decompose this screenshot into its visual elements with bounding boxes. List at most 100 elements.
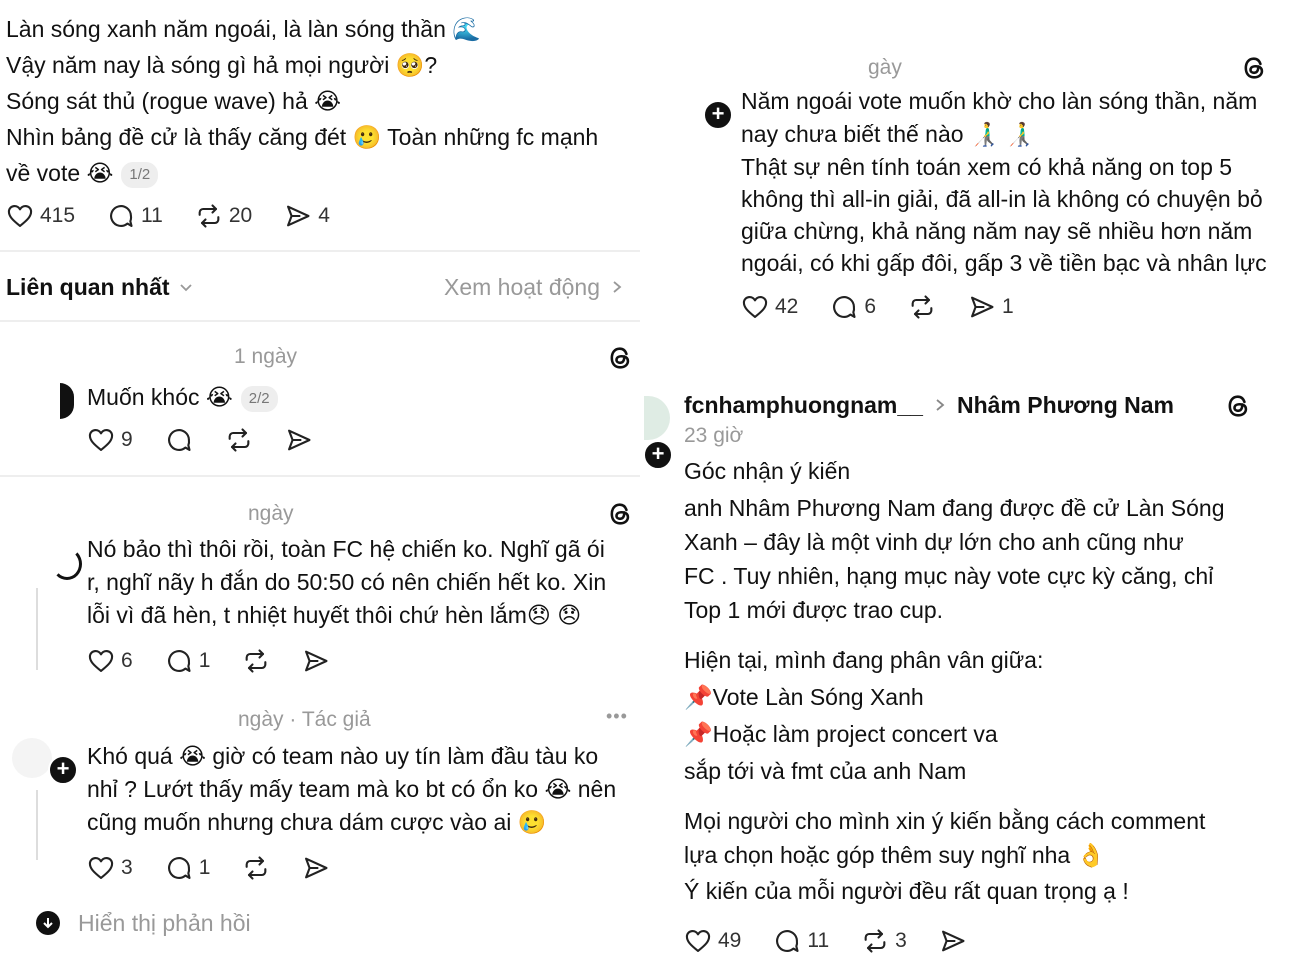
sort-dropdown[interactable]: Liên quan nhất [6, 270, 194, 304]
like-button[interactable]: 49 [684, 927, 741, 955]
share-icon [939, 927, 967, 955]
view-activity-link[interactable]: Xem hoạt động [444, 270, 624, 304]
like-count: 415 [40, 204, 76, 227]
post-line: về vote 😭 1/2 [6, 156, 159, 190]
tagged-profile-link[interactable]: Nhâm Phương Nam [957, 388, 1174, 422]
reply-text-line: nhỉ ? Lướt thấy mấy team mà ko bt có ổn … [87, 776, 617, 802]
post-line: Ý kiến của mỗi người đều rất quan trọng … [684, 878, 1129, 904]
like-button[interactable]: 6 [87, 647, 133, 675]
reply-text: Muốn khóc 😭 [87, 384, 233, 410]
reply-time: ngày · Tác giả [238, 708, 371, 731]
comment-icon [165, 647, 193, 675]
comment-button[interactable]: 11 [773, 927, 829, 955]
share-icon [285, 426, 313, 454]
reply-time: gày [868, 56, 902, 79]
comment-count: 11 [141, 204, 163, 227]
share-icon [968, 293, 996, 321]
post-actions: 49 11 3 [684, 924, 999, 958]
threads-logo-icon[interactable] [606, 500, 634, 528]
post-line: Góc nhận ý kiến [684, 458, 851, 484]
show-replies-link[interactable]: Hiển thị phản hồi [78, 906, 251, 940]
heart-icon [87, 647, 115, 675]
reply-text-line: Năm ngoái vote muốn khờ cho làn sóng thầ… [741, 88, 1258, 114]
like-button[interactable]: 415 [6, 202, 75, 230]
plus-icon[interactable]: + [48, 755, 78, 785]
thread-line [36, 588, 38, 670]
reply-text-line: Khó quá 😭 giờ có team nào uy tín làm đầu… [87, 743, 599, 769]
share-button[interactable] [939, 927, 967, 955]
post-line: 📌Vote Làn Sóng Xanh [684, 684, 924, 710]
post-time: 23 giờ [684, 424, 744, 447]
like-button[interactable]: 3 [87, 854, 133, 882]
more-options-button[interactable]: ••• [606, 706, 628, 727]
username-link[interactable]: fcnhamphuongnam__ [684, 388, 923, 422]
share-icon [284, 202, 312, 230]
comment-button[interactable]: 6 [830, 293, 876, 321]
post-line: Mọi người cho mình xin ý kiến bằng cách … [684, 808, 1206, 834]
share-button[interactable]: 1 [968, 293, 1014, 321]
divider [0, 320, 640, 322]
repost-button[interactable] [242, 647, 270, 675]
post-line: lựa chọn hoặc góp thêm suy nghĩ nha 👌 [684, 842, 1106, 868]
reply-text-line: r, nghĩ nãy h đắn do 50:50 có nên chiến … [87, 569, 607, 595]
comment-button[interactable]: 1 [165, 854, 210, 882]
reply-actions: 6 1 [87, 644, 362, 678]
share-button[interactable] [285, 426, 313, 454]
comment-button[interactable]: 1 [165, 647, 210, 675]
plus-icon[interactable]: + [643, 440, 673, 470]
like-button[interactable]: 42 [741, 293, 798, 321]
page-indicator-pill: 2/2 [240, 385, 278, 412]
repost-button[interactable]: 20 [195, 202, 252, 230]
chevron-right-icon [936, 399, 945, 411]
plus-icon[interactable]: + [703, 100, 733, 130]
arrow-down-icon [36, 911, 60, 935]
reply-actions: 42 6 1 [741, 290, 1046, 324]
comment-icon [830, 293, 858, 321]
threads-logo-icon[interactable] [606, 344, 634, 372]
comment-button[interactable] [165, 426, 193, 454]
post-line: Top 1 mới được trao cup. [684, 597, 944, 623]
thread-line [36, 790, 38, 860]
repost-icon [242, 854, 270, 882]
threads-logo-icon[interactable] [1224, 392, 1252, 420]
repost-icon [225, 426, 253, 454]
reply-text-line: Muốn khóc 😭 2/2 [87, 380, 278, 414]
comment-count: 11 [807, 929, 830, 952]
avatar[interactable] [12, 738, 52, 778]
sort-label: Liên quan nhất [6, 274, 170, 300]
reply-actions: 9 [87, 423, 345, 457]
repost-button[interactable] [908, 293, 936, 321]
like-button[interactable]: 9 [87, 426, 133, 454]
repost-count: 20 [228, 204, 253, 227]
post-line: Vậy năm nay là sóng gì hả mọi người 🥺? [6, 52, 438, 78]
avatar[interactable] [60, 383, 74, 419]
page-indicator-pill: 1/2 [121, 161, 159, 188]
like-count: 6 [121, 649, 133, 672]
comment-button[interactable]: 11 [107, 202, 163, 230]
avatar[interactable] [52, 548, 82, 580]
repost-button[interactable] [242, 854, 270, 882]
reply-text-line: ngoái, có khi gấp đôi, gấp 3 về tiền bạc… [741, 250, 1267, 276]
share-button[interactable] [302, 647, 330, 675]
share-button[interactable]: 4 [284, 202, 330, 230]
reply-time: ngày [248, 502, 294, 525]
heart-icon [6, 202, 34, 230]
share-button[interactable] [302, 854, 330, 882]
post-line: Nhìn bảng đề cử là thấy căng đét 🥲 Toàn … [6, 124, 599, 150]
post-line: sắp tới và fmt của anh Nam [684, 758, 967, 784]
reply-text-line: Nó bảo thì thôi rồi, toàn FC hệ chiến ko… [87, 536, 605, 562]
reply-actions: 3 1 [87, 851, 362, 885]
reply-text-line: không thì all-in giải, đã all-in là khôn… [741, 186, 1263, 212]
post-line: FC . Tuy nhiên, hạng mục này vote cực kỳ… [684, 563, 1214, 589]
reply-time: 1 ngày [234, 345, 298, 368]
post-line: 📌Hoặc làm project concert va [684, 721, 998, 747]
reply-text-line: cũng muốn nhưng chưa dám cược vào ai 🥲 [87, 809, 547, 835]
threads-logo-icon[interactable] [1240, 54, 1268, 82]
avatar[interactable] [644, 396, 670, 440]
repost-button[interactable] [225, 426, 253, 454]
like-count: 3 [121, 856, 133, 879]
share-icon [302, 647, 330, 675]
heart-icon [741, 293, 769, 321]
divider [0, 250, 640, 252]
repost-button[interactable]: 3 [861, 927, 907, 955]
